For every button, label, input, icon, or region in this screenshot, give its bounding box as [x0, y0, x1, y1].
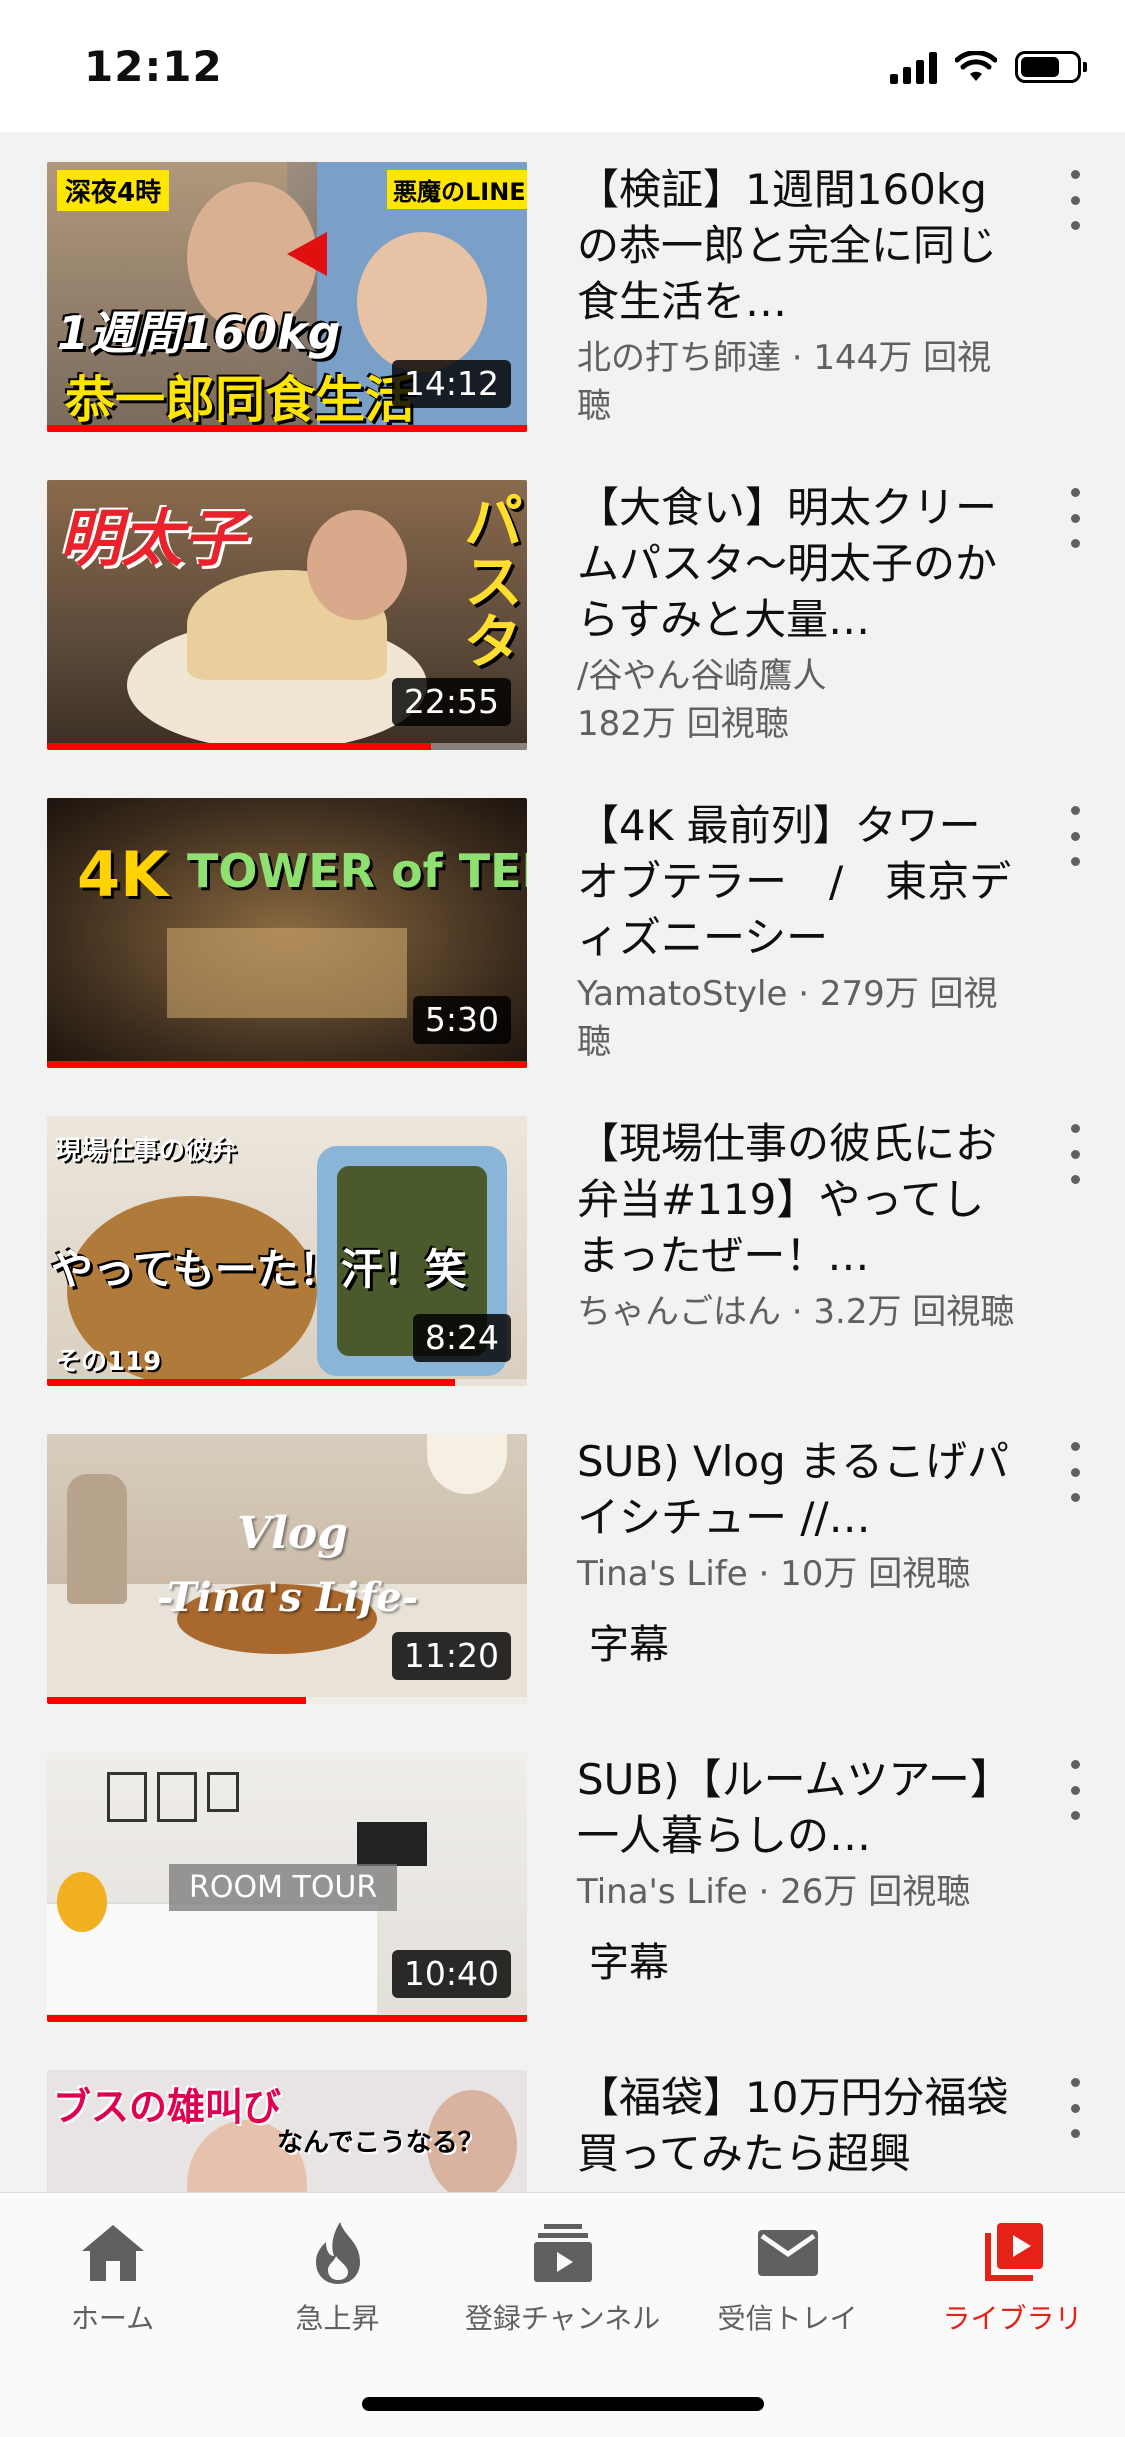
tab-label: 登録チャンネル [464, 2302, 661, 2335]
video-title[interactable]: 【検証】1週間160kgの恭一郎と完全に同じ食生活を… [577, 162, 1022, 330]
video-duration: 22:55 [391, 677, 511, 726]
video-info[interactable]: 【大食い】明太クリームパスタ〜明太子のからすみと大量… /谷やん谷崎鷹人 182… [577, 480, 1022, 748]
more-options-icon[interactable] [1060, 170, 1090, 230]
tab-trending[interactable]: 急上昇 [225, 2213, 450, 2337]
video-duration: 14:12 [391, 359, 511, 408]
video-duration: 10:40 [391, 1949, 511, 1998]
watch-progress-bar [47, 2015, 527, 2022]
thumbnail-text: 現場仕事の彼弁 [55, 1136, 238, 1166]
tab-home[interactable]: ホーム [0, 2213, 225, 2337]
wifi-icon [955, 51, 997, 81]
more-options-icon[interactable] [1060, 488, 1090, 548]
tab-library[interactable]: ライブラリ [900, 2213, 1125, 2337]
video-item[interactable]: Vlog -Tina's Life- 11:20 SUB) Vlog まるこげパ… [0, 1404, 1125, 1722]
home-indicator[interactable] [362, 2397, 764, 2411]
caption-badge: 字幕 [589, 1622, 669, 1668]
video-item[interactable]: 深夜4時 悪魔のLINE 1週間160kg 恭一郎同食生活 14:12 【検証】… [0, 132, 1125, 450]
tab-inbox[interactable]: 受信トレイ [675, 2213, 900, 2337]
thumbnail-text: -Tina's Life- [157, 1574, 419, 1621]
flame-icon [315, 2222, 360, 2284]
video-info[interactable]: 【4K 最前列】タワーオブテラー / 東京ディズニーシー YamatoStyle… [577, 798, 1022, 1066]
thumbnail-text: 明太子 [59, 502, 246, 575]
video-duration: 5:30 [412, 995, 511, 1044]
more-options-icon[interactable] [1060, 1442, 1090, 1502]
thumbnail-text: やってもーた！汗！笑 [51, 1245, 467, 1294]
thumbnail-text: ROOM TOUR [169, 1864, 398, 1911]
video-thumbnail[interactable]: Vlog -Tina's Life- 11:20 [47, 1434, 527, 1704]
thumbnail-text: その119 [55, 1347, 162, 1377]
video-duration: 8:24 [412, 1313, 511, 1362]
tab-subscriptions[interactable]: 登録チャンネル [450, 2213, 675, 2337]
thumbnail-text: パスタ [453, 490, 523, 670]
video-thumbnail[interactable]: 明太子 パスタ 22:55 [47, 480, 527, 750]
status-bar: 12:12 [0, 0, 1125, 132]
video-info[interactable]: 【福袋】10万円分福袋買ってみたら超興 [577, 2070, 1022, 2182]
more-options-icon[interactable] [1060, 1124, 1090, 1184]
watch-progress-bar [47, 1379, 455, 1386]
thumbnail-text: 1週間160kg [57, 306, 341, 360]
thumbnail-text: 恭一郎同食生活 [65, 371, 415, 429]
video-item[interactable]: 現場仕事の彼弁 やってもーた！汗！笑 その119 8:24 【現場仕事の彼氏にお… [0, 1086, 1125, 1404]
thumbnail-text: 4K [77, 838, 169, 911]
watch-progress-bar [47, 743, 431, 750]
more-options-icon[interactable] [1060, 1760, 1090, 1820]
video-feed[interactable]: 深夜4時 悪魔のLINE 1週間160kg 恭一郎同食生活 14:12 【検証】… [0, 132, 1125, 2192]
watch-progress-bar [47, 1061, 527, 1068]
video-meta: ちゃんごはん · 3.2万 回視聴 [577, 1292, 1015, 1332]
video-title[interactable]: 【4K 最前列】タワーオブテラー / 東京ディズニーシー [577, 798, 1022, 966]
thumbnail-text: ブスの雄叫び [53, 2085, 282, 2129]
video-info[interactable]: SUB) Vlog まるこげパイシチュー //… Tina's Life · 1… [577, 1434, 1022, 1670]
video-item[interactable]: 4K TOWER of TERROR 5:30 【4K 最前列】タワーオブテラー… [0, 768, 1125, 1086]
video-thumbnail[interactable]: ブスの雄叫び なんでこうなる？ [47, 2070, 527, 2192]
video-thumbnail[interactable]: 現場仕事の彼弁 やってもーた！汗！笑 その119 8:24 [47, 1116, 527, 1386]
video-title[interactable]: SUB) Vlog まるこげパイシチュー //… [577, 1434, 1022, 1546]
thumbnail-text: 悪魔のLINE [387, 170, 527, 209]
video-thumbnail[interactable]: ROOM TOUR 10:40 [47, 1752, 527, 2022]
status-icons [890, 50, 1087, 84]
tab-label: ホーム [70, 2302, 155, 2335]
video-info[interactable]: 【現場仕事の彼氏にお弁当#119】やってしまったぜー！… ちゃんごはん · 3.… [577, 1116, 1022, 1336]
video-thumbnail[interactable]: 深夜4時 悪魔のLINE 1週間160kg 恭一郎同食生活 14:12 [47, 162, 527, 432]
video-item[interactable]: ROOM TOUR 10:40 SUB)【ルームツアー】一人暮らしの… Tina… [0, 1722, 1125, 2040]
video-meta: /谷やん谷崎鷹人 [577, 656, 827, 696]
video-title[interactable]: SUB)【ルームツアー】一人暮らしの… [577, 1752, 1022, 1864]
video-meta: 北の打ち師達 · 144万 回視聴 [577, 338, 992, 426]
home-icon [81, 2225, 144, 2281]
thumbnail-text: TOWER of TERROR [187, 844, 527, 898]
cellular-signal-icon [890, 50, 937, 84]
more-options-icon[interactable] [1060, 806, 1090, 866]
thumbnail-text: 深夜4時 [57, 170, 170, 211]
video-item[interactable]: 明太子 パスタ 22:55 【大食い】明太クリームパスタ〜明太子のからすみと大量… [0, 450, 1125, 768]
battery-icon [1015, 51, 1087, 83]
video-thumbnail[interactable]: 4K TOWER of TERROR 5:30 [47, 798, 527, 1068]
more-options-icon[interactable] [1060, 2078, 1090, 2138]
tab-label: ライブラリ [942, 2302, 1083, 2335]
video-meta: Tina's Life · 26万 回視聴 [577, 1872, 971, 1912]
caption-badge: 字幕 [589, 1940, 669, 1986]
tab-label: 受信トレイ [717, 2302, 858, 2335]
video-views: 182万 回視聴 [577, 704, 789, 744]
thumbnail-text: なんでこうなる？ [277, 2128, 484, 2158]
watch-progress-bar [47, 425, 527, 432]
video-item[interactable]: ブスの雄叫び なんでこうなる？ 【福袋】10万円分福袋買ってみたら超興 [0, 2040, 1125, 2192]
subscriptions-icon [533, 2224, 592, 2282]
video-title[interactable]: 【現場仕事の彼氏にお弁当#119】やってしまったぜー！… [577, 1116, 1022, 1284]
video-duration: 11:20 [391, 1631, 511, 1680]
video-meta: Tina's Life · 10万 回視聴 [577, 1554, 971, 1594]
video-title[interactable]: 【大食い】明太クリームパスタ〜明太子のからすみと大量… [577, 480, 1022, 648]
video-info[interactable]: SUB)【ルームツアー】一人暮らしの… Tina's Life · 26万 回視… [577, 1752, 1022, 1988]
video-title[interactable]: 【福袋】10万円分福袋買ってみたら超興 [577, 2070, 1022, 2182]
watch-progress-bar [47, 1697, 307, 1704]
video-meta: YamatoStyle · 279万 回視聴 [577, 974, 998, 1062]
status-time: 12:12 [84, 42, 223, 91]
tab-label: 急上昇 [295, 2302, 380, 2335]
library-icon [984, 2223, 1043, 2281]
video-info[interactable]: 【検証】1週間160kgの恭一郎と完全に同じ食生活を… 北の打ち師達 · 144… [577, 162, 1022, 430]
thumbnail-text: Vlog [237, 1508, 348, 1559]
mail-icon [757, 2230, 818, 2276]
